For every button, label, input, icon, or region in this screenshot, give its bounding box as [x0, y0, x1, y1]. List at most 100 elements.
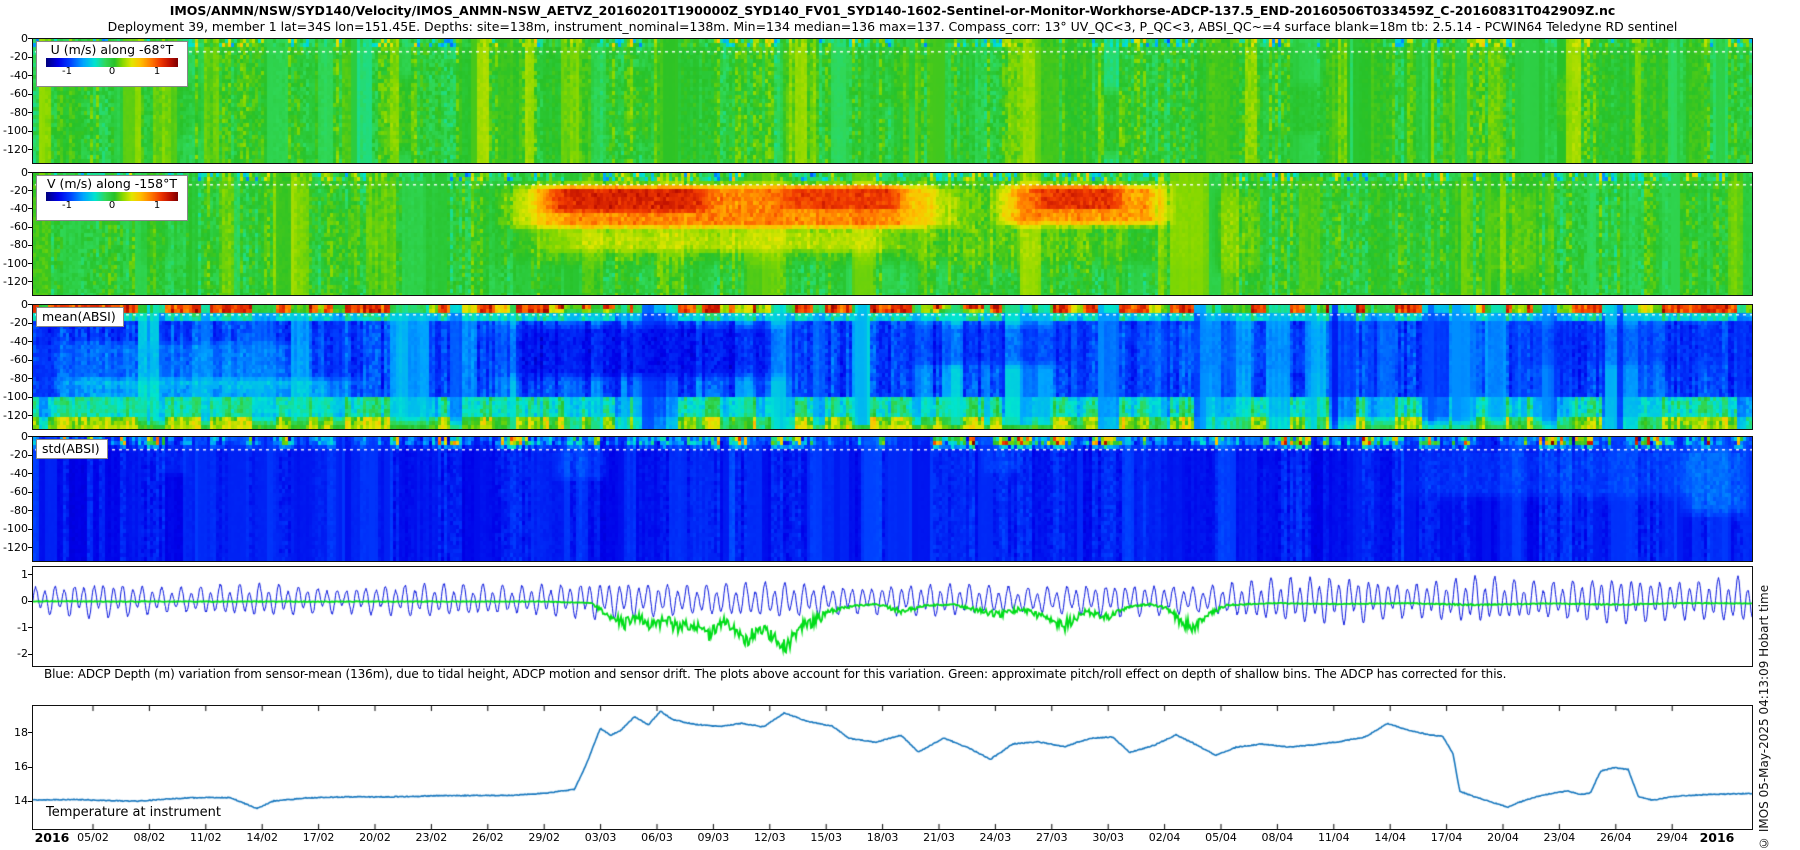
- y-tick-label: 14: [0, 794, 28, 807]
- y-tick-label: -1: [0, 621, 28, 634]
- x-tick-label: 12/03: [742, 831, 798, 844]
- figure-title: IMOS/ANMN/NSW/SYD140/Velocity/IMOS_ANMN-…: [0, 3, 1785, 18]
- y-tick-mark: [28, 75, 32, 76]
- y-tick-label: -60: [0, 353, 28, 366]
- temperature-label: Temperature at instrument: [46, 805, 221, 820]
- y-tick-label: -60: [0, 87, 28, 100]
- figure-subtitle: Deployment 39, member 1 lat=34S lon=151.…: [0, 19, 1785, 34]
- y-tick-mark: [28, 473, 32, 474]
- depth-variation-panel: [32, 566, 1753, 667]
- y-tick-label: -100: [0, 390, 28, 403]
- y-tick-label: -60: [0, 485, 28, 498]
- y-tick-label: 16: [0, 760, 28, 773]
- y-tick-label: -120: [0, 275, 28, 288]
- x-tick-label: 08/02: [121, 831, 177, 844]
- mean-absi-label: mean(ABSI): [36, 307, 124, 327]
- y-tick-label: -120: [0, 409, 28, 422]
- y-tick-label: -20: [0, 316, 28, 329]
- x-tick-label: 29/04: [1644, 831, 1700, 844]
- x-tick-label: 21/03: [911, 831, 967, 844]
- y-tick-mark: [28, 547, 32, 548]
- x-tick-label: 15/03: [798, 831, 854, 844]
- y-tick-label: 0: [0, 32, 28, 45]
- x-axis-year-end: 2016: [1694, 830, 1740, 845]
- u-colorbar-tick: 1: [154, 66, 160, 77]
- y-tick-label: -40: [0, 202, 28, 215]
- y-tick-mark: [28, 131, 32, 132]
- v-velocity-panel: V (m/s) along -158°T -1 0 1: [32, 172, 1753, 296]
- y-tick-label: -80: [0, 372, 28, 385]
- y-tick-mark: [28, 360, 32, 361]
- y-tick-label: 18: [0, 726, 28, 739]
- std-absi-heatmap: [33, 437, 1752, 561]
- x-tick-label: 29/02: [516, 831, 572, 844]
- x-tick-label: 24/03: [967, 831, 1023, 844]
- x-tick-label: 23/04: [1531, 831, 1587, 844]
- y-tick-label: -40: [0, 69, 28, 82]
- y-tick-mark: [28, 415, 32, 416]
- y-tick-mark: [28, 436, 32, 437]
- y-tick-mark: [28, 112, 32, 113]
- x-tick-label: 06/03: [629, 831, 685, 844]
- x-tick-label: 11/04: [1306, 831, 1362, 844]
- v-colorbar-tick: 1: [154, 200, 160, 211]
- std-absi-label: std(ABSI): [36, 439, 108, 459]
- y-tick-mark: [28, 732, 32, 733]
- x-tick-label: 11/02: [178, 831, 234, 844]
- depth-variation-caption: Blue: ADCP Depth (m) variation from sens…: [44, 667, 1506, 681]
- x-tick-label: 27/03: [1024, 831, 1080, 844]
- y-tick-mark: [28, 767, 32, 768]
- y-tick-mark: [28, 38, 32, 39]
- u-colorbar-tick: -1: [62, 66, 72, 77]
- v-colorbar-legend: V (m/s) along -158°T -1 0 1: [36, 175, 188, 221]
- x-tick-label: 26/02: [460, 831, 516, 844]
- std-absi-panel: std(ABSI): [32, 436, 1753, 562]
- y-tick-mark: [28, 627, 32, 628]
- y-tick-label: 0: [0, 298, 28, 311]
- mean-absi-heatmap: [33, 305, 1752, 429]
- y-tick-label: -100: [0, 522, 28, 535]
- y-tick-mark: [28, 149, 32, 150]
- x-tick-label: 05/04: [1193, 831, 1249, 844]
- adcp-figure: IMOS/ANMN/NSW/SYD140/Velocity/IMOS_ANMN-…: [0, 0, 1800, 850]
- y-tick-mark: [28, 341, 32, 342]
- x-tick-label: 14/04: [1362, 831, 1418, 844]
- u-colorbar-tick: 0: [109, 66, 115, 77]
- y-tick-mark: [28, 397, 32, 398]
- y-tick-mark: [28, 378, 32, 379]
- y-tick-label: -80: [0, 238, 28, 251]
- y-tick-label: -100: [0, 257, 28, 270]
- x-tick-label: 03/03: [573, 831, 629, 844]
- y-tick-mark: [28, 510, 32, 511]
- y-tick-mark: [28, 801, 32, 802]
- u-colorbar-legend: U (m/s) along -68°T -1 0 1: [36, 41, 188, 87]
- v-velocity-heatmap: [33, 173, 1752, 295]
- x-tick-label: 26/04: [1588, 831, 1644, 844]
- y-tick-mark: [28, 492, 32, 493]
- y-tick-label: -100: [0, 124, 28, 137]
- u-legend-title: U (m/s) along -68°T: [37, 42, 187, 58]
- y-tick-label: -120: [0, 541, 28, 554]
- y-tick-mark: [28, 227, 32, 228]
- u-velocity-heatmap: [33, 39, 1752, 163]
- x-tick-label: 14/02: [234, 831, 290, 844]
- x-tick-label: 09/03: [685, 831, 741, 844]
- mean-absi-panel: mean(ABSI): [32, 304, 1753, 430]
- y-tick-mark: [28, 654, 32, 655]
- imos-watermark: © IMOS 05-May-2025 04:13:09 Hobart time: [1757, 468, 1773, 850]
- y-tick-label: -80: [0, 106, 28, 119]
- y-tick-label: -20: [0, 184, 28, 197]
- y-tick-label: -120: [0, 143, 28, 156]
- y-tick-label: -40: [0, 335, 28, 348]
- x-tick-label: 18/03: [855, 831, 911, 844]
- x-tick-label: 17/04: [1419, 831, 1475, 844]
- x-axis-year-start: 2016: [29, 830, 75, 845]
- y-tick-label: -20: [0, 448, 28, 461]
- x-tick-label: 20/04: [1475, 831, 1531, 844]
- y-tick-label: -60: [0, 220, 28, 233]
- y-tick-mark: [28, 601, 32, 602]
- temperature-panel: [32, 705, 1753, 830]
- depth-variation-plot: [33, 567, 1752, 666]
- x-tick-label: 02/04: [1137, 831, 1193, 844]
- x-tick-label: 30/03: [1080, 831, 1136, 844]
